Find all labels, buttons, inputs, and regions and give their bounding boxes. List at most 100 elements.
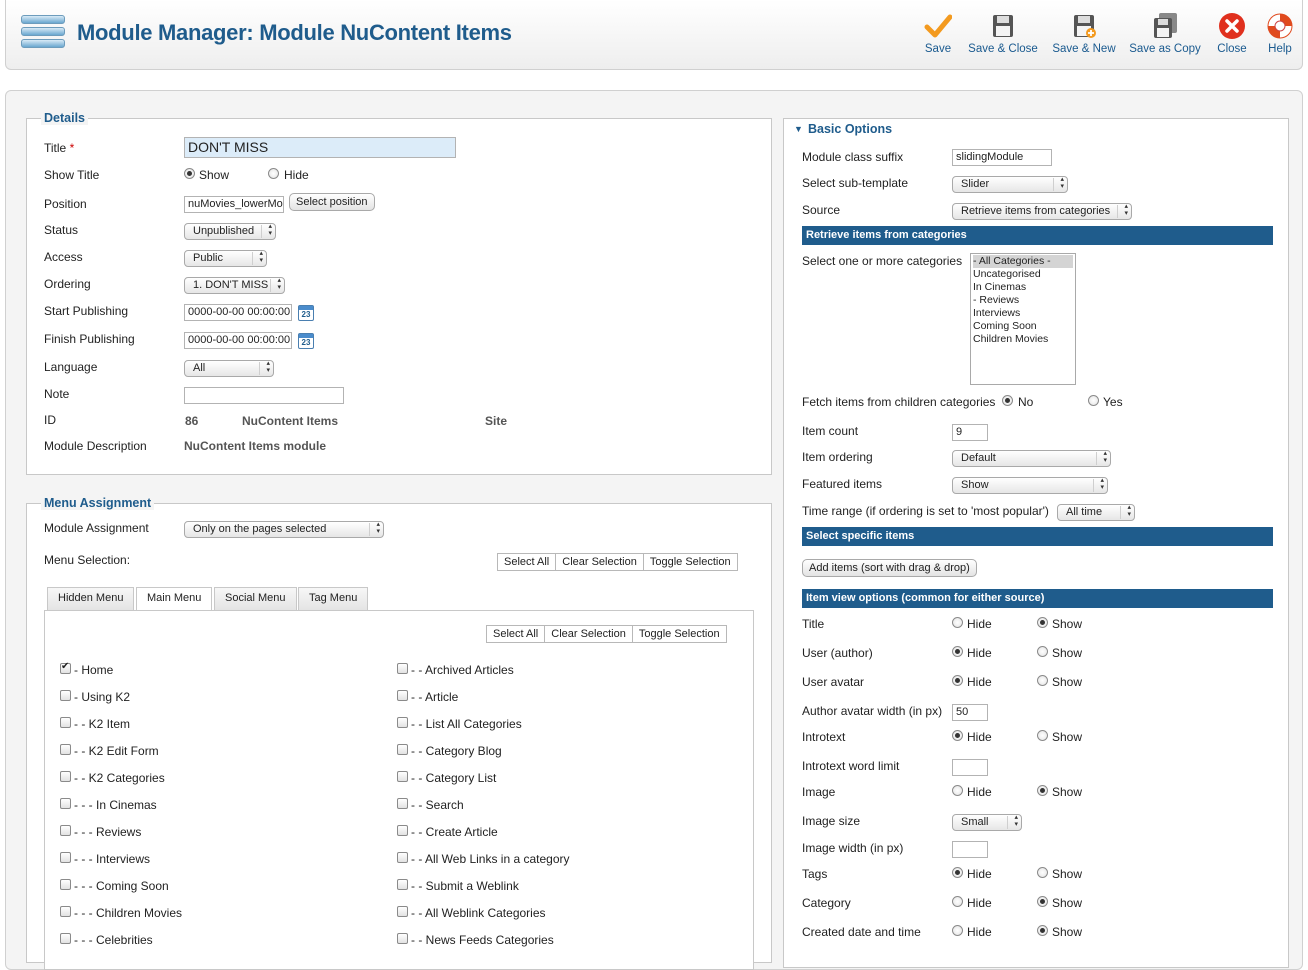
access-select[interactable]: Public: [184, 250, 267, 267]
language-select[interactable]: All: [184, 360, 274, 377]
menu-item-checkbox[interactable]: [60, 661, 71, 674]
tab-main-menu[interactable]: Main Menu: [136, 587, 213, 611]
finish-publishing-input[interactable]: 0000-00-00 00:00:00: [184, 332, 292, 349]
tab-social-menu[interactable]: Social Menu: [214, 587, 297, 610]
category-option[interactable]: Uncategorised: [973, 268, 1073, 281]
option-hide-radio[interactable]: [952, 617, 963, 628]
menu-item-checkbox[interactable]: [60, 825, 71, 836]
module-manager-icon: [21, 15, 65, 55]
option-text-input[interactable]: [952, 841, 988, 858]
menu-item-checkbox[interactable]: [397, 771, 408, 782]
fetch-children-yes-radio[interactable]: [1088, 395, 1099, 406]
position-input[interactable]: nuMovies_lowerModule: [184, 196, 284, 213]
toggle-selection-button[interactable]: Toggle Selection: [642, 554, 737, 570]
tab-clear-selection-button[interactable]: Clear Selection: [544, 626, 632, 642]
close-button[interactable]: Close: [1212, 12, 1252, 55]
menu-item-checkbox[interactable]: [397, 879, 408, 890]
menu-item-checkbox[interactable]: [397, 852, 408, 863]
categories-label: Select one or more categories: [802, 254, 963, 268]
save-close-label: Save & Close: [968, 43, 1038, 55]
start-calendar-icon[interactable]: 23: [298, 305, 314, 321]
option-show-radio[interactable]: [1037, 646, 1048, 657]
menu-item-checkbox[interactable]: [60, 798, 71, 809]
menu-item-checkbox[interactable]: [60, 852, 71, 863]
select-all-button[interactable]: Select All: [498, 554, 555, 570]
tab-hidden-menu[interactable]: Hidden Menu: [47, 587, 135, 610]
module-assignment-select[interactable]: Only on the pages selected: [184, 521, 384, 538]
menu-item-checkbox[interactable]: [397, 744, 408, 755]
category-option[interactable]: Coming Soon: [973, 320, 1073, 333]
save-button[interactable]: Save: [918, 12, 958, 55]
status-select[interactable]: Unpublished: [184, 223, 276, 240]
save-close-button[interactable]: Save & Close: [966, 12, 1040, 55]
option-show-radio[interactable]: [1037, 675, 1048, 686]
module-class-suffix-input[interactable]: slidingModule: [952, 149, 1052, 166]
tab-toggle-selection-button[interactable]: Toggle Selection: [631, 626, 726, 642]
ordering-select[interactable]: 1. DON'T MISS: [184, 277, 285, 294]
option-show-radio[interactable]: [1037, 867, 1048, 878]
option-text-input[interactable]: [952, 759, 988, 776]
time-range-select[interactable]: All time: [1057, 504, 1135, 521]
tab-select-all-button[interactable]: Select All: [487, 626, 544, 642]
save-new-button[interactable]: Save & New: [1050, 12, 1118, 55]
option-hide-radio[interactable]: [952, 896, 963, 907]
menu-item-checkbox[interactable]: [60, 879, 71, 890]
finish-calendar-icon[interactable]: 23: [298, 333, 314, 349]
option-text-input[interactable]: 50: [952, 704, 988, 721]
menu-item-checkbox[interactable]: [397, 663, 408, 674]
category-option[interactable]: Children Movies: [973, 333, 1073, 346]
category-option[interactable]: Interviews: [973, 307, 1073, 320]
start-publishing-input[interactable]: 0000-00-00 00:00:00: [184, 304, 292, 321]
save-copy-button[interactable]: Save as Copy: [1128, 12, 1202, 55]
item-ordering-select[interactable]: Default: [952, 450, 1111, 467]
menu-item-checkbox[interactable]: [397, 690, 408, 701]
option-hide-radio[interactable]: [952, 785, 963, 796]
note-input[interactable]: [184, 387, 344, 404]
menu-item-checkbox[interactable]: [397, 717, 408, 728]
floppy-plus-icon: [1074, 15, 1096, 38]
menu-item-checkbox[interactable]: [397, 906, 408, 917]
menu-item-checkbox[interactable]: [397, 933, 408, 944]
menu-item-checkbox[interactable]: [60, 690, 71, 701]
fetch-children-no-radio[interactable]: [1002, 395, 1013, 406]
option-show-radio[interactable]: [1037, 785, 1048, 796]
option-show-radio[interactable]: [1037, 925, 1048, 936]
tab-tag-menu[interactable]: Tag Menu: [298, 587, 369, 610]
source-select[interactable]: Retrieve items from categories: [952, 203, 1132, 220]
show-title-hide-radio[interactable]: [268, 168, 279, 179]
category-option[interactable]: - Reviews: [973, 294, 1073, 307]
add-items-button[interactable]: Add items (sort with drag & drop): [802, 559, 977, 577]
option-hide-radio[interactable]: [952, 925, 963, 936]
featured-items-select[interactable]: Show: [952, 477, 1108, 494]
show-title-show-radio[interactable]: [184, 168, 195, 179]
option-select[interactable]: Small: [952, 814, 1022, 831]
option-hide-radio[interactable]: [952, 646, 963, 657]
sub-template-select[interactable]: Slider: [952, 176, 1068, 193]
option-show-radio[interactable]: [1037, 730, 1048, 741]
clear-selection-button[interactable]: Clear Selection: [555, 554, 643, 570]
menu-item-checkbox[interactable]: [60, 933, 71, 944]
select-position-button[interactable]: Select position: [289, 193, 375, 211]
category-option[interactable]: In Cinemas: [973, 281, 1073, 294]
categories-listbox[interactable]: - All Categories - Uncategorised In Cinema…: [970, 253, 1076, 385]
item-count-input[interactable]: 9: [952, 424, 988, 441]
menu-item-checkbox[interactable]: [60, 906, 71, 917]
option-hide-radio[interactable]: [952, 730, 963, 741]
category-option[interactable]: - All Categories -: [973, 255, 1073, 268]
menu-item-checkbox[interactable]: [60, 717, 71, 728]
title-input[interactable]: DON'T MISS: [184, 137, 456, 158]
access-label: Access: [44, 250, 83, 264]
collapse-arrow-icon[interactable]: ▼: [794, 124, 803, 134]
help-button[interactable]: Help: [1262, 12, 1298, 55]
option-show-radio[interactable]: [1037, 617, 1048, 628]
option-label: Image size: [802, 814, 861, 828]
option-hide-radio[interactable]: [952, 675, 963, 686]
menu-item-checkbox[interactable]: [60, 744, 71, 755]
option-hide-radio[interactable]: [952, 867, 963, 878]
menu-item-checkbox[interactable]: [397, 825, 408, 836]
menu-item-checkbox[interactable]: [397, 798, 408, 809]
fetch-children-yes-label: Yes: [1103, 395, 1123, 409]
option-show-radio[interactable]: [1037, 896, 1048, 907]
basic-options-header[interactable]: Basic Options: [808, 122, 892, 136]
menu-item-checkbox[interactable]: [60, 771, 71, 782]
